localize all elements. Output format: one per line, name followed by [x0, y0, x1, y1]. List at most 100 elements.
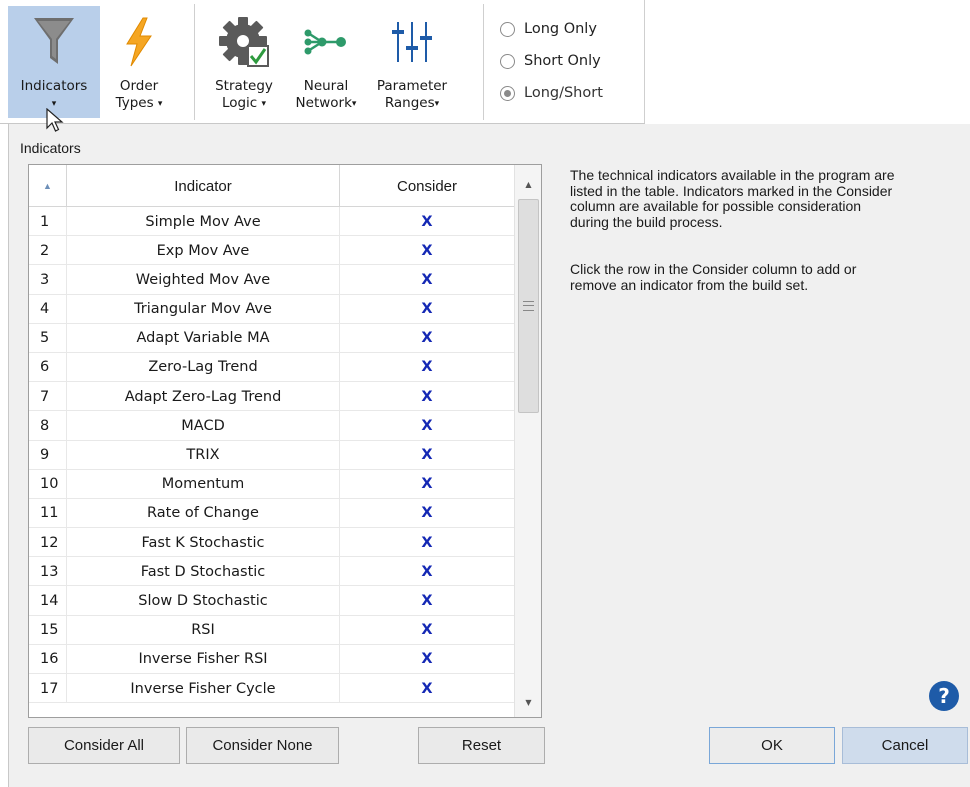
mouse-cursor-icon	[46, 107, 64, 138]
table-row[interactable]: 11 Rate of Change X	[29, 498, 514, 529]
consider-mark[interactable]: X	[340, 470, 514, 499]
table-row[interactable]: 3 Weighted Mov Ave X	[29, 265, 514, 295]
table-row[interactable]: 12 Fast K Stochastic X	[29, 528, 514, 558]
table-row[interactable]: 2 Exp Mov Ave X	[29, 236, 514, 266]
radio-short-only[interactable]: Short Only	[500, 45, 603, 77]
indicator-name: Weighted Mov Ave	[67, 265, 340, 295]
strategy-logic-button[interactable]: Strategy Logic ▾	[204, 6, 284, 118]
table-row[interactable]: 9 TRIX X	[29, 440, 514, 470]
neural-network-label-2: Network▾	[295, 95, 357, 111]
indicators-table: ▲ Indicator Consider 1 Simple Mov Ave X 2 Ex…	[28, 164, 542, 718]
parameter-ranges-label-2: Ranges▾	[384, 95, 440, 111]
indicator-name: Fast D Stochastic	[67, 557, 340, 587]
parameter-ranges-label: Parameter	[376, 78, 448, 94]
indicator-name: Exp Mov Ave	[67, 236, 340, 266]
row-number: 8	[29, 411, 67, 441]
lightning-icon	[101, 12, 177, 72]
row-number: 9	[29, 440, 67, 470]
ok-button[interactable]: OK	[709, 727, 835, 764]
strategy-logic-label: Strategy	[215, 78, 273, 94]
scroll-up-icon[interactable]: ▲	[515, 171, 541, 197]
table-scrollbar[interactable]: ▲ ▼	[514, 165, 541, 717]
filter-icon	[8, 12, 100, 72]
row-number: 12	[29, 528, 67, 558]
trade-direction-group: Long Only Short Only Long/Short	[500, 13, 603, 109]
indicator-name: MACD	[67, 411, 340, 441]
indicators-button[interactable]: Indicators ▾	[8, 6, 100, 118]
indicator-name: Inverse Fisher RSI	[67, 644, 340, 674]
indicators-label: Indicators	[20, 78, 88, 94]
row-number: 4	[29, 294, 67, 324]
consider-mark[interactable]: X	[340, 265, 514, 294]
table-row[interactable]: 14 Slow D Stochastic X	[29, 586, 514, 616]
table-row[interactable]: 8 MACD X	[29, 411, 514, 441]
reset-button[interactable]: Reset	[418, 727, 545, 764]
help-description: The technical indicators available in th…	[570, 167, 900, 325]
consider-all-button[interactable]: Consider All	[28, 727, 180, 764]
indicator-name: Inverse Fisher Cycle	[67, 674, 340, 703]
consider-mark[interactable]: X	[340, 411, 514, 440]
help-icon[interactable]: ?	[929, 681, 959, 711]
row-number: 16	[29, 644, 67, 674]
column-header-indicator[interactable]: Indicator	[67, 165, 340, 207]
parameter-ranges-button[interactable]: Parameter Ranges▾	[366, 6, 458, 118]
indicator-name: TRIX	[67, 440, 340, 470]
order-types-button[interactable]: Order Types ▾	[101, 6, 177, 118]
table-row[interactable]: 13 Fast D Stochastic X	[29, 557, 514, 587]
column-header-consider[interactable]: Consider	[340, 165, 514, 207]
scroll-down-icon[interactable]: ▼	[515, 689, 541, 715]
consider-mark[interactable]: X	[340, 236, 514, 265]
consider-mark[interactable]: X	[340, 586, 514, 615]
indicator-name: Fast K Stochastic	[67, 528, 340, 558]
row-number: 6	[29, 352, 67, 382]
ribbon-separator	[194, 4, 195, 120]
table-row[interactable]: 7 Adapt Zero-Lag Trend X	[29, 382, 514, 412]
order-types-label-2: Types ▾	[115, 95, 163, 111]
grip-icon	[523, 301, 534, 311]
consider-mark[interactable]: X	[340, 616, 514, 645]
row-number: 10	[29, 469, 67, 499]
consider-mark[interactable]: X	[340, 441, 514, 470]
radio-long-only[interactable]: Long Only	[500, 13, 603, 45]
table-row[interactable]: 10 Momentum X	[29, 469, 514, 499]
table-row[interactable]: 16 Inverse Fisher RSI X	[29, 644, 514, 674]
sort-ascending-icon[interactable]: ▲	[29, 165, 67, 207]
neural-network-icon	[286, 12, 366, 72]
consider-mark[interactable]: X	[340, 324, 514, 353]
indicator-name: Rate of Change	[67, 498, 340, 528]
table-row[interactable]: 1 Simple Mov Ave X	[29, 207, 514, 237]
consider-mark[interactable]: X	[340, 207, 514, 236]
row-number: 15	[29, 615, 67, 645]
consider-none-button[interactable]: Consider None	[186, 727, 339, 764]
consider-mark[interactable]: X	[340, 382, 514, 411]
scroll-thumb[interactable]	[518, 199, 539, 413]
consider-mark[interactable]: X	[340, 499, 514, 528]
radio-circle	[500, 21, 515, 37]
description-paragraph: Click the row in the Consider column to …	[570, 261, 857, 293]
table-row[interactable]: 6 Zero-Lag Trend X	[29, 352, 514, 383]
table-row[interactable]: 5 Adapt Variable MA X	[29, 323, 514, 353]
ribbon-separator	[644, 0, 645, 124]
indicator-name: Adapt Variable MA	[67, 323, 340, 353]
radio-circle	[500, 53, 515, 69]
consider-mark[interactable]: X	[340, 528, 514, 557]
radio-long-short[interactable]: Long/Short	[500, 77, 603, 109]
row-number: 7	[29, 382, 67, 412]
row-number: 17	[29, 674, 67, 703]
consider-mark[interactable]: X	[340, 645, 514, 674]
consider-mark[interactable]: X	[340, 295, 514, 324]
consider-mark[interactable]: X	[340, 674, 514, 703]
radio-label: Long/Short	[524, 85, 603, 101]
consider-mark[interactable]: X	[340, 557, 514, 586]
radio-label: Long Only	[524, 21, 597, 37]
cancel-button[interactable]: Cancel	[842, 727, 968, 764]
consider-mark[interactable]: X	[340, 353, 514, 382]
table-body: 1 Simple Mov Ave X 2 Exp Mov Ave X 3 Weighted M…	[29, 207, 514, 704]
table-row[interactable]: 15 RSI X	[29, 615, 514, 645]
table-row[interactable]: 17 Inverse Fisher Cycle X	[29, 674, 514, 704]
indicator-name: RSI	[67, 615, 340, 645]
ribbon-toolbar: Indicators ▾ Order Types ▾ Strategy Logi…	[0, 0, 970, 124]
neural-network-button[interactable]: Neural Network▾	[286, 6, 366, 118]
ribbon-separator	[483, 4, 484, 120]
table-row[interactable]: 4 Triangular Mov Ave X	[29, 294, 514, 324]
